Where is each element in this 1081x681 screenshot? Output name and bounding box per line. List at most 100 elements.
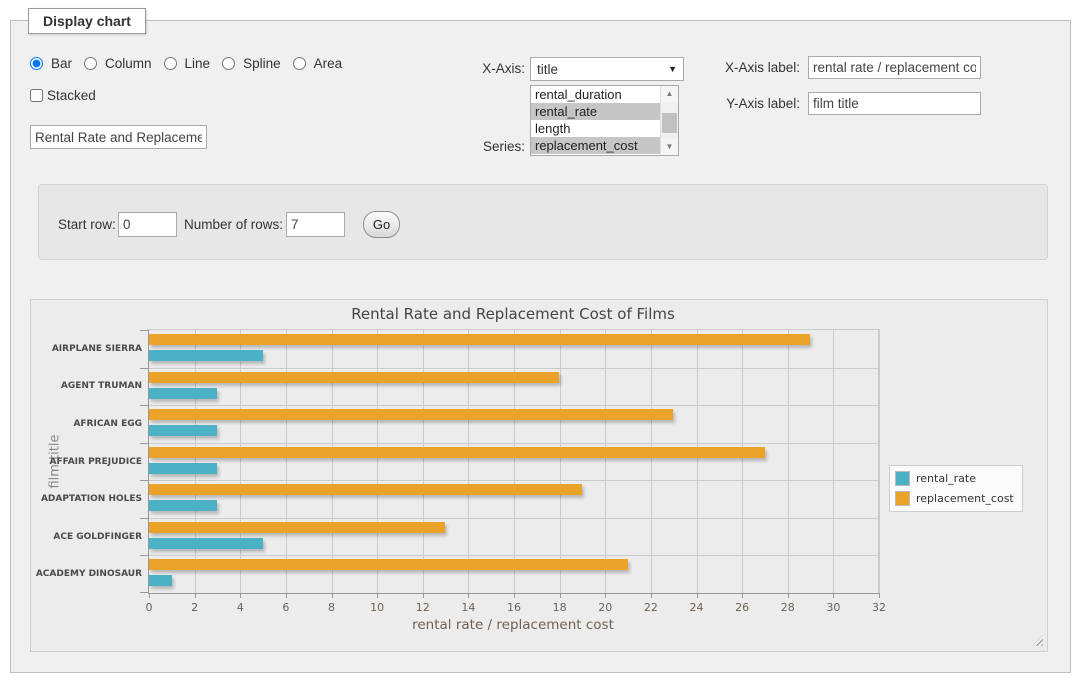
- gridline: [240, 330, 241, 593]
- start-row-input[interactable]: [118, 212, 177, 237]
- gridline: [697, 330, 698, 593]
- gridline: [833, 330, 834, 593]
- chart-type-radio-group: Bar Column Line Spline Area: [30, 56, 350, 71]
- x-axis-tick: [468, 593, 469, 598]
- x-axis-tick-label: 24: [677, 601, 717, 614]
- bar-replacement_cost: [149, 372, 559, 383]
- gridline: [149, 555, 879, 556]
- gridline: [788, 330, 789, 593]
- y-category-label: ACADEMY DINOSAUR: [32, 569, 142, 579]
- chart-legend: rental_ratereplacement_cost: [889, 465, 1023, 512]
- series-option[interactable]: length: [531, 120, 678, 137]
- series-scrollbar[interactable]: ▲ ▼: [660, 86, 678, 155]
- legend-swatch: [895, 471, 910, 486]
- radio-bar[interactable]: [30, 57, 43, 70]
- y-axis-tick: [140, 555, 148, 556]
- y-axis-label-input[interactable]: [808, 92, 981, 115]
- legend-swatch: [895, 491, 910, 506]
- gridline: [149, 443, 879, 444]
- series-option[interactable]: rental_rate: [531, 103, 678, 120]
- gridline: [149, 518, 879, 519]
- radio-line[interactable]: [164, 57, 177, 70]
- x-axis-tick: [651, 593, 652, 598]
- series-listbox-label: Series:: [440, 139, 525, 154]
- start-row-label: Start row:: [58, 217, 116, 232]
- bar-rental_rate: [149, 538, 263, 549]
- x-axis-select[interactable]: title ▼: [530, 57, 684, 81]
- y-axis-tick: [140, 480, 148, 481]
- x-axis-label-input[interactable]: [808, 56, 981, 79]
- bar-rental_rate: [149, 575, 172, 586]
- radio-bar-label[interactable]: Bar: [51, 56, 72, 71]
- scroll-up-icon[interactable]: ▲: [661, 86, 678, 102]
- series-option[interactable]: rental_duration: [531, 86, 678, 103]
- bar-replacement_cost: [149, 559, 628, 570]
- bar-rental_rate: [149, 425, 217, 436]
- number-of-rows-label: Number of rows:: [184, 217, 283, 232]
- bar-replacement_cost: [149, 447, 765, 458]
- y-category-label: AIRPLANE SIERRA: [32, 344, 142, 354]
- scroll-down-icon[interactable]: ▼: [661, 139, 678, 155]
- gridline: [149, 368, 879, 369]
- gridline: [651, 330, 652, 593]
- legend-item: replacement_cost: [895, 491, 1014, 506]
- radio-column-label[interactable]: Column: [105, 56, 152, 71]
- radio-line-label[interactable]: Line: [185, 56, 211, 71]
- y-axis-tick: [140, 330, 148, 331]
- x-axis-tick: [697, 593, 698, 598]
- x-axis-tick-label: 32: [859, 601, 899, 614]
- bar-replacement_cost: [149, 484, 582, 495]
- gridline: [377, 330, 378, 593]
- x-axis-tick: [149, 593, 150, 598]
- stacked-label[interactable]: Stacked: [47, 88, 96, 103]
- x-axis-tick-label: 0: [129, 601, 169, 614]
- gridline: [468, 330, 469, 593]
- bar-rental_rate: [149, 388, 217, 399]
- resize-handle-icon[interactable]: [1032, 635, 1043, 646]
- bar-replacement_cost: [149, 522, 445, 533]
- gridline: [149, 405, 879, 406]
- x-axis-tick-label: 28: [768, 601, 808, 614]
- chart-x-axis-title: rental rate / replacement cost: [148, 617, 878, 633]
- x-axis-tick: [286, 593, 287, 598]
- bar-rental_rate: [149, 350, 263, 361]
- chart-container: Rental Rate and Replacement Cost of Film…: [30, 299, 1048, 652]
- gridline: [149, 480, 879, 481]
- x-axis-tick: [879, 593, 880, 598]
- chevron-down-icon: ▼: [668, 64, 677, 74]
- number-of-rows-input[interactable]: [286, 212, 345, 237]
- series-listbox[interactable]: rental_durationrental_ratelengthreplacem…: [530, 85, 679, 156]
- go-button[interactable]: Go: [363, 211, 400, 238]
- radio-column[interactable]: [84, 57, 97, 70]
- y-axis-tick: [140, 405, 148, 406]
- gridline: [332, 330, 333, 593]
- gridline: [423, 330, 424, 593]
- gridline: [560, 330, 561, 593]
- x-axis-tick: [332, 593, 333, 598]
- radio-area[interactable]: [293, 57, 306, 70]
- gridline: [742, 330, 743, 593]
- page: Display chart Bar Column Line Spline Are…: [0, 0, 1081, 681]
- x-axis-tick-label: 20: [585, 601, 625, 614]
- y-axis-label-field-label: Y-Axis label:: [700, 96, 800, 111]
- radio-spline[interactable]: [222, 57, 235, 70]
- chart-title-input[interactable]: [30, 125, 207, 149]
- x-axis-tick: [605, 593, 606, 598]
- x-axis-tick: [377, 593, 378, 598]
- x-axis-tick-label: 14: [448, 601, 488, 614]
- series-option[interactable]: replacement_cost: [531, 137, 678, 154]
- radio-spline-label[interactable]: Spline: [243, 56, 281, 71]
- x-axis-tick-label: 4: [220, 601, 260, 614]
- x-axis-tick: [742, 593, 743, 598]
- radio-area-label[interactable]: Area: [314, 56, 343, 71]
- chart-title: Rental Rate and Replacement Cost of Film…: [148, 305, 878, 323]
- stacked-checkbox[interactable]: [30, 89, 43, 102]
- bar-replacement_cost: [149, 409, 673, 420]
- x-axis-tick-label: 12: [403, 601, 443, 614]
- gridline: [514, 330, 515, 593]
- scrollbar-thumb[interactable]: [662, 113, 677, 133]
- y-category-label: ADAPTATION HOLES: [32, 494, 142, 504]
- x-axis-tick: [560, 593, 561, 598]
- y-category-label: ACE GOLDFINGER: [32, 532, 142, 542]
- x-axis-tick: [240, 593, 241, 598]
